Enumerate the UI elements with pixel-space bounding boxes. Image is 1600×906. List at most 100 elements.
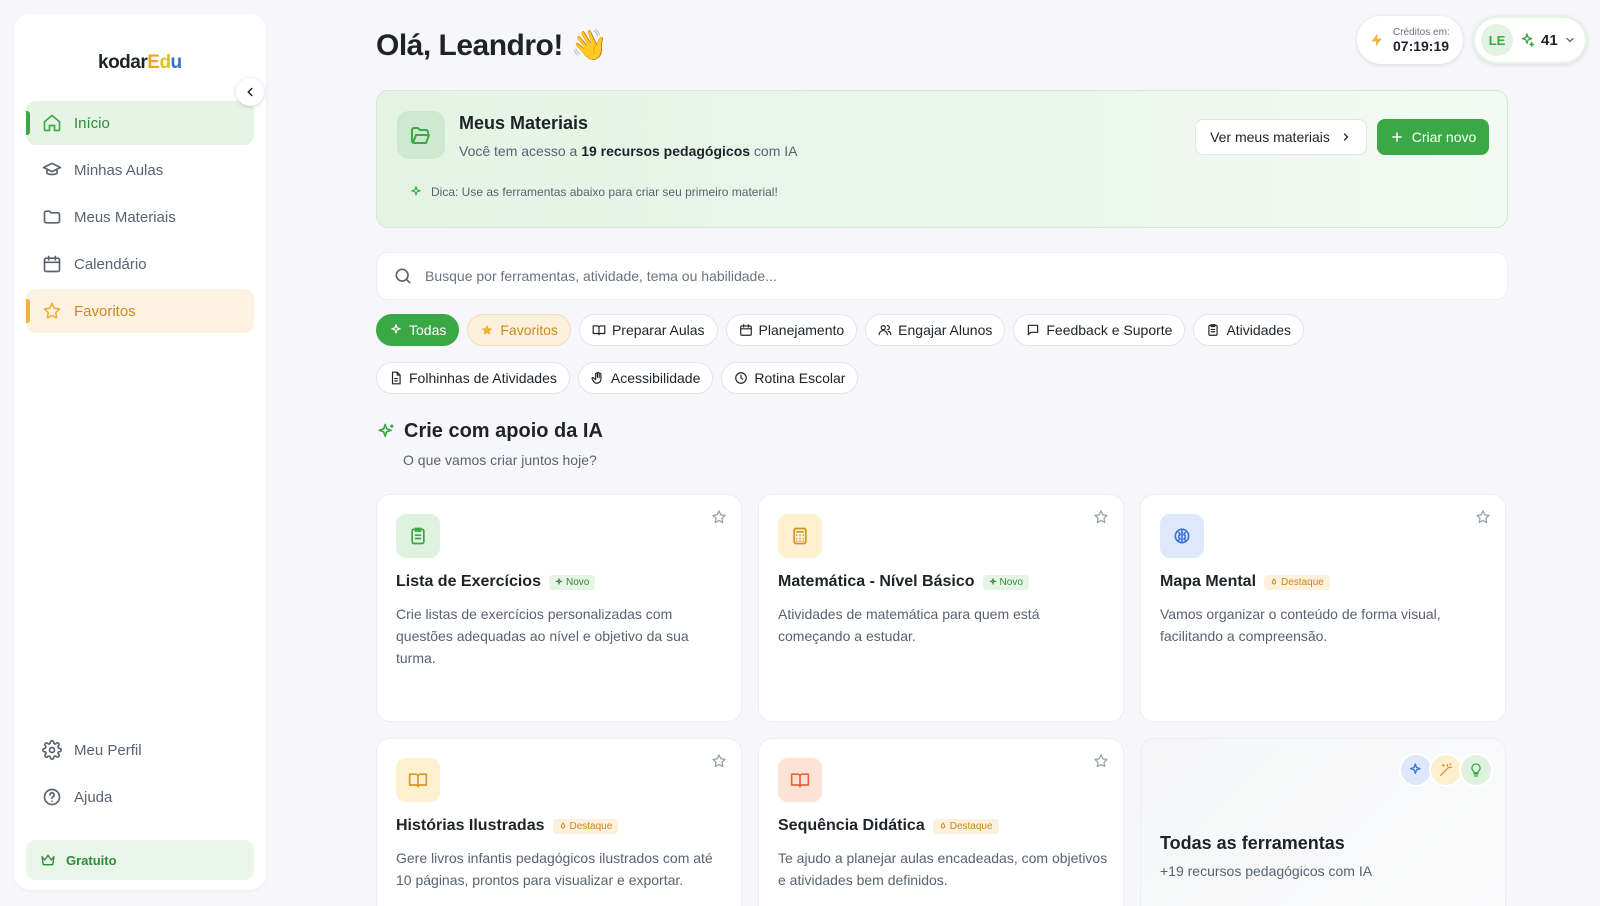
sidebar-item-favoritos[interactable]: Favoritos	[26, 289, 254, 333]
new-badge: Novo	[982, 574, 1029, 590]
sparkle-icon	[1519, 32, 1535, 48]
sparkle-icon	[409, 185, 423, 199]
book-icon	[592, 323, 606, 337]
featured-badge: Destaque	[1264, 574, 1330, 590]
search-input[interactable]	[425, 268, 1507, 284]
sidebar: kodarEdu Início Minhas Aulas Meus Materi…	[14, 14, 266, 890]
materials-banner: Meus Materiais Você tem acesso a 19 recu…	[376, 90, 1508, 228]
tool-card-historias-ilustradas[interactable]: Histórias Ilustradas Destaque Gere livro…	[376, 738, 742, 906]
filter-acessibilidade[interactable]: Acessibilidade	[577, 362, 714, 394]
page-title: Olá, Leandro! 👋	[376, 29, 608, 62]
sidebar-item-label: Minhas Aulas	[74, 161, 164, 179]
featured-badge: Destaque	[932, 818, 999, 834]
user-credits: 41	[1541, 31, 1558, 49]
tool-title: Mapa Mental Destaque	[1160, 573, 1330, 591]
favorite-star-icon[interactable]	[1093, 509, 1109, 525]
tool-title: Matemática - Nível Básico Novo	[778, 573, 1029, 591]
tool-description: Te ajudo a planejar aulas encadeadas, co…	[778, 850, 1108, 888]
all-tools-card[interactable]: Todas as ferramentas +19 recursos pedagó…	[1140, 738, 1506, 906]
view-materials-button[interactable]: Ver meus materiais	[1195, 119, 1367, 155]
favorite-star-icon[interactable]	[711, 509, 727, 525]
filter-planejamento[interactable]: Planejamento	[725, 314, 858, 346]
filter-preparar-aulas[interactable]: Preparar Aulas	[578, 314, 718, 346]
tool-description: Crie listas de exercícios personalizadas…	[396, 606, 689, 666]
sidebar-item-calendario[interactable]: Calendário	[26, 242, 254, 286]
sidebar-item-label: Início	[74, 114, 110, 132]
filter-todas[interactable]: Todas	[376, 314, 460, 346]
search-icon	[393, 266, 413, 286]
tool-card-mapa-mental[interactable]: Mapa Mental Destaque Vamos organizar o c…	[1140, 494, 1506, 722]
file-icon	[389, 371, 403, 385]
filter-feedback-suporte[interactable]: Feedback e Suporte	[1013, 314, 1186, 346]
tool-description: Gere livros infantis pedagógicos ilustra…	[396, 850, 713, 888]
sparkle-icon	[1399, 753, 1433, 787]
star-icon	[480, 323, 494, 337]
filter-rotina-escolar[interactable]: Rotina Escolar	[721, 362, 859, 394]
book-open-icon	[778, 758, 822, 802]
chevron-down-icon	[1564, 34, 1576, 46]
tool-description: Atividades de matemática para quem está …	[778, 606, 1040, 644]
graduation-cap-icon	[42, 160, 62, 180]
plan-badge[interactable]: Gratuito	[26, 840, 254, 880]
sidebar-item-ajuda[interactable]: Ajuda	[26, 775, 254, 819]
folder-icon	[42, 207, 62, 227]
sidebar-item-label: Favoritos	[74, 302, 136, 320]
favorite-star-icon[interactable]	[1475, 509, 1491, 525]
calendar-icon	[739, 323, 753, 337]
sidebar-item-label: Meus Materiais	[74, 208, 176, 226]
crown-icon	[40, 852, 56, 868]
sidebar-item-meus-materiais[interactable]: Meus Materiais	[26, 195, 254, 239]
credits-timer[interactable]: Créditos em: 07:19:19	[1357, 16, 1463, 64]
gear-icon	[42, 740, 62, 760]
search-bar	[376, 252, 1508, 300]
calculator-icon	[778, 514, 822, 558]
tool-card-sequencia-didatica[interactable]: Sequência Didática Destaque Te ajudo a p…	[758, 738, 1124, 906]
favorite-star-icon[interactable]	[711, 753, 727, 769]
chevron-right-icon	[1340, 131, 1352, 143]
tool-title: Histórias Ilustradas Destaque	[396, 817, 619, 835]
folder-open-icon	[397, 111, 445, 159]
sparkle-icon	[376, 422, 396, 442]
credits-time: 07:19:19	[1393, 37, 1450, 54]
tool-card-lista-exercicios[interactable]: Lista de Exercícios Novo Crie listas de …	[376, 494, 742, 722]
home-icon	[42, 113, 62, 133]
tool-title: Lista de Exercícios Novo	[396, 573, 596, 591]
filter-engajar-alunos[interactable]: Engajar Alunos	[865, 314, 1006, 346]
sidebar-item-label: Ajuda	[74, 788, 113, 806]
sidebar-item-label: Calendário	[74, 255, 147, 273]
filter-atividades[interactable]: Atividades	[1193, 314, 1305, 346]
tool-card-matematica-basico[interactable]: Matemática - Nível Básico Novo Atividade…	[758, 494, 1124, 722]
user-menu[interactable]: LE 41	[1473, 16, 1587, 64]
all-tools-title: Todas as ferramentas	[1160, 833, 1345, 853]
favorite-star-icon[interactable]	[1093, 753, 1109, 769]
collapse-sidebar-button[interactable]	[236, 78, 264, 106]
sidebar-item-inicio[interactable]: Início	[26, 101, 254, 145]
plan-label: Gratuito	[66, 852, 117, 868]
star-icon	[42, 301, 62, 321]
avatar: LE	[1481, 24, 1513, 56]
logo[interactable]: kodarEdu	[98, 52, 182, 74]
sidebar-item-meu-perfil[interactable]: Meu Perfil	[26, 728, 254, 772]
clipboard-icon	[1206, 323, 1220, 337]
featured-badge: Destaque	[552, 818, 619, 834]
filter-folhinhas[interactable]: Folhinhas de Atividades	[376, 362, 570, 394]
create-new-button[interactable]: Criar novo	[1377, 119, 1489, 155]
sidebar-item-minhas-aulas[interactable]: Minhas Aulas	[26, 148, 254, 192]
materials-tip: Dica: Use as ferramentas abaixo para cri…	[409, 185, 778, 199]
clock-icon	[734, 371, 748, 385]
book-open-icon	[396, 758, 440, 802]
calendar-icon	[42, 254, 62, 274]
all-tools-subtitle: +19 recursos pedagógicos com IA	[1160, 863, 1373, 879]
materials-title: Meus Materiais	[459, 113, 589, 133]
magic-wand-icon	[1429, 753, 1463, 787]
materials-subtitle: Você tem acesso a 19 recursos pedagógico…	[459, 143, 798, 159]
hand-icon	[591, 371, 605, 385]
all-tools-icons	[1399, 753, 1493, 787]
message-icon	[1026, 323, 1040, 337]
filter-favoritos[interactable]: Favoritos	[467, 314, 571, 346]
help-icon	[42, 787, 62, 807]
section-subtitle: O que vamos criar juntos hoje?	[403, 452, 597, 468]
sidebar-item-label: Meu Perfil	[74, 741, 142, 759]
tool-title: Sequência Didática Destaque	[778, 817, 999, 835]
clipboard-icon	[396, 514, 440, 558]
